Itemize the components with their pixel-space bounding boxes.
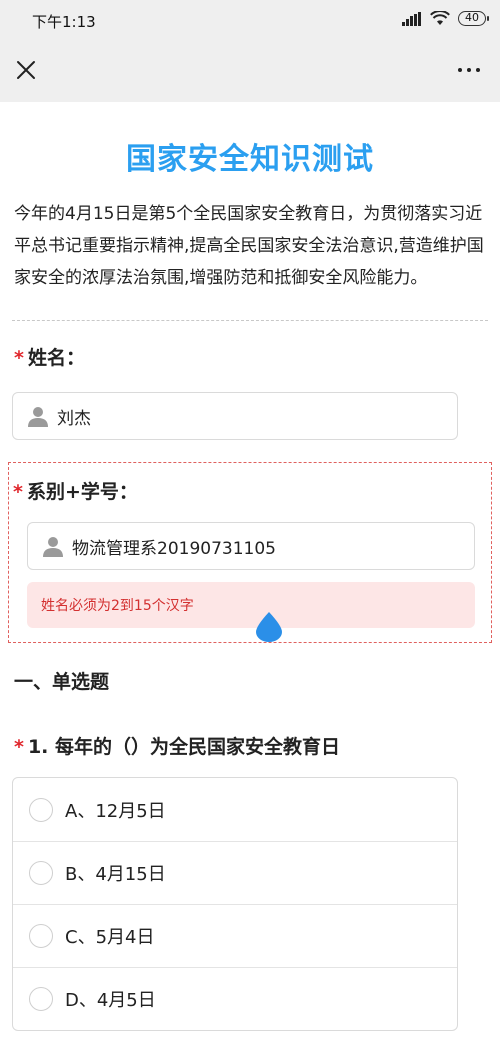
option-c[interactable]: C、5月4日 bbox=[13, 904, 457, 967]
options-list: A、12月5日 B、4月15日 C、5月4日 D、4月5日 bbox=[12, 777, 458, 1031]
dept-label: 系别+学号： bbox=[26, 481, 138, 503]
battery-icon: 40 bbox=[458, 11, 489, 26]
question-label: * 姓名： bbox=[14, 343, 486, 370]
radio-button[interactable] bbox=[29, 797, 53, 822]
radio-button[interactable] bbox=[29, 987, 53, 1011]
name-label: 姓名： bbox=[27, 347, 85, 369]
user-icon bbox=[43, 537, 63, 557]
required-mark: * bbox=[14, 347, 24, 369]
nav-bar bbox=[0, 42, 500, 102]
error-message: 姓名必须为2到15个汉字 bbox=[27, 582, 475, 628]
radio-button[interactable] bbox=[29, 924, 53, 948]
dept-id-value: 物流管理系20190731105 bbox=[72, 538, 276, 559]
wifi-icon bbox=[430, 11, 450, 25]
dept-id-field[interactable]: 物流管理系20190731105 bbox=[27, 522, 475, 570]
required-mark: * bbox=[13, 481, 23, 503]
status-bar: 下午1:13 40 bbox=[0, 0, 500, 42]
option-label: C、5月4日 bbox=[65, 927, 155, 948]
option-d[interactable]: D、4月5日 bbox=[13, 967, 457, 1030]
option-b[interactable]: B、4月15日 bbox=[13, 841, 457, 904]
user-icon bbox=[28, 407, 48, 427]
option-label: A、12月5日 bbox=[65, 800, 166, 822]
question-label: * 1. 每年的（）为全民国家安全教育日 bbox=[14, 732, 486, 759]
radio-button[interactable] bbox=[29, 861, 53, 885]
question-label: * 系别+学号： bbox=[13, 477, 474, 504]
option-label: D、4月5日 bbox=[65, 990, 156, 1011]
close-icon[interactable] bbox=[14, 58, 38, 82]
required-mark: * bbox=[14, 736, 24, 758]
question-1: * 1. 每年的（）为全民国家安全教育日 bbox=[0, 732, 500, 759]
cursor-handle-icon[interactable] bbox=[256, 612, 282, 642]
name-value: 刘杰 bbox=[57, 408, 91, 429]
section-title: 一、单选题 bbox=[14, 671, 110, 693]
q1-label: 1. 每年的（）为全民国家安全教育日 bbox=[27, 736, 340, 758]
more-icon[interactable] bbox=[458, 68, 480, 72]
page-title: 国家安全知识测试 bbox=[126, 142, 374, 177]
option-label: B、4月15日 bbox=[65, 864, 166, 885]
question-name: * 姓名： bbox=[0, 343, 500, 370]
status-icons: 40 bbox=[402, 11, 489, 26]
option-a[interactable]: A、12月5日 bbox=[13, 778, 457, 841]
question-dept: * 系别+学号： 物流管理系20190731105 姓名必须为2到15个汉字 bbox=[8, 462, 492, 643]
name-field[interactable]: 刘杰 bbox=[12, 392, 458, 440]
status-time: 下午1:13 bbox=[32, 13, 96, 31]
divider bbox=[12, 320, 488, 321]
signal-icon bbox=[402, 11, 421, 26]
intro-text: 今年的4月15日是第5个全民国家安全教育日，为贯彻落实习近平总书记重要指示精神,… bbox=[14, 204, 484, 288]
